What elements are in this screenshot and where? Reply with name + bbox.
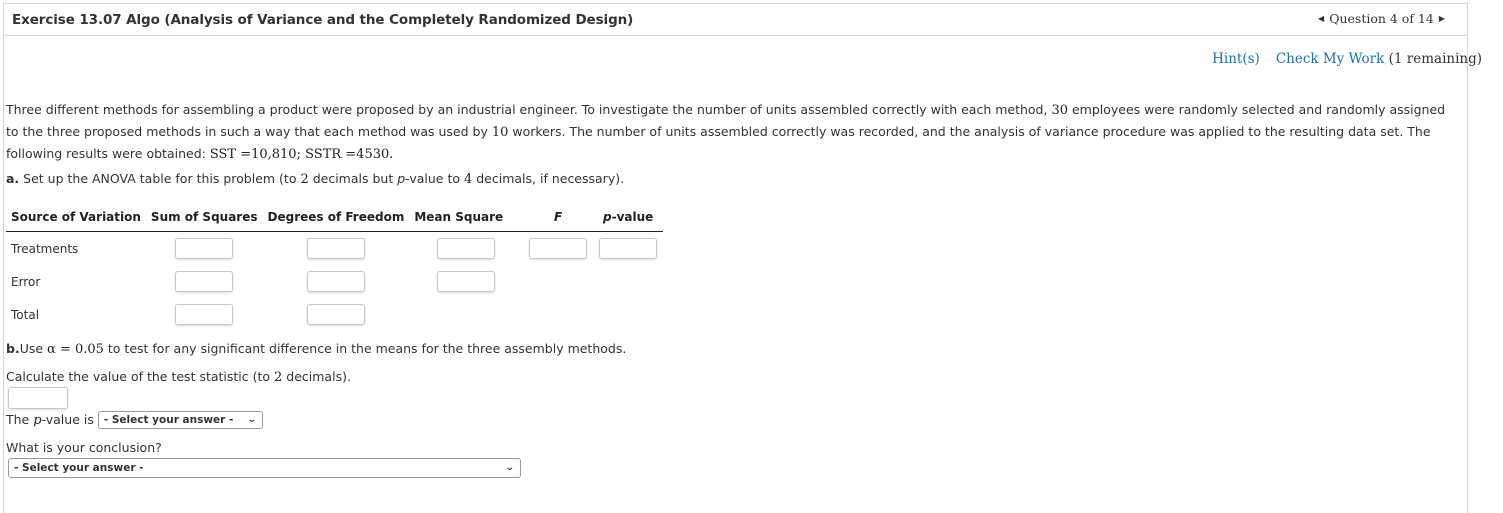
question-header: Exercise 13.07 Algo (Analysis of Varianc… [4, 4, 1467, 36]
p-symbol: p [397, 171, 406, 186]
caret-left-icon[interactable]: ◀ [1318, 14, 1324, 23]
treatments-f-input[interactable] [529, 238, 588, 259]
instruction-text: decimals). [282, 369, 351, 384]
separator: ; [296, 147, 306, 162]
hints-link[interactable]: Hint(s) [1212, 51, 1260, 67]
col-sum-of-squares: Sum of Squares [145, 207, 263, 232]
instruction-text: Use [19, 341, 48, 356]
question-navigator: ◀ Question 4 of 14 ▶ [1318, 11, 1445, 26]
test-statistic-input[interactable] [8, 387, 68, 409]
col-mean-square: Mean Square [409, 207, 524, 232]
col-f: F [523, 207, 594, 232]
problem-paragraph: Three different methods for assembling a… [6, 99, 1446, 165]
decimals-value: 2 [300, 172, 309, 187]
period: . [389, 147, 394, 162]
anova-header-row: Source of Variation Sum of Squares Degre… [6, 207, 664, 232]
chevron-down-icon: ⌄ [247, 415, 257, 425]
instruction-text: decimals, if necessary). [472, 171, 625, 186]
part-b-label: b. [6, 341, 20, 356]
sstr-value: SSTR =4530 [305, 147, 390, 162]
workers-count: 10 [491, 125, 509, 140]
alpha-value: α = 0.05 [47, 342, 104, 357]
conclusion-label: What is your conclusion? [6, 440, 162, 455]
col-degrees-of-freedom: Degrees of Freedom [262, 207, 410, 232]
conclusion-select[interactable]: - Select your answer - ⌄ [8, 458, 521, 478]
total-sum-of-squares-input[interactable] [175, 304, 234, 325]
p-value-suffix: -value [611, 210, 654, 224]
treatments-df-input[interactable] [306, 238, 365, 259]
total-df-input[interactable] [306, 304, 365, 325]
p-value-select[interactable]: - Select your answer - ⌄ [97, 411, 263, 429]
table-row-treatments: Treatments [6, 232, 663, 266]
check-remaining: (1 remaining) [1388, 51, 1482, 67]
label-text: The [6, 412, 34, 427]
col-p-value: p-value [593, 207, 664, 232]
row-label: Error [11, 274, 41, 289]
instruction-text: to test for any significant difference i… [103, 341, 627, 356]
p-symbol: p [603, 210, 612, 224]
part-b-instruction: b.Use α = 0.05 to test for any significa… [6, 341, 626, 357]
select-value: - Select your answer - [103, 414, 234, 426]
problem-statement: Three different methods for assembling a… [6, 99, 1446, 165]
instruction-text: decimals but [308, 171, 398, 186]
p-value-row: The p-value is - Select your answer - ⌄ [6, 411, 263, 429]
table-row-error: Error [6, 265, 663, 298]
instruction-text: Set up the ANOVA table for this problem … [19, 171, 301, 186]
problem-text: Three different methods for assembling a… [6, 102, 1052, 117]
check-my-work-link[interactable]: Check My Work [1276, 51, 1385, 67]
table-row-total: Total [6, 298, 663, 331]
instruction-text: Calculate the value of the test statisti… [6, 369, 275, 384]
caret-right-icon[interactable]: ▶ [1439, 14, 1445, 23]
treatments-p-value-input[interactable] [599, 238, 658, 259]
employees-count: 30 [1051, 103, 1068, 118]
question-toolbar: Hint(s) Check My Work (1 remaining) [1212, 51, 1482, 67]
p-symbol: p [33, 413, 42, 428]
treatments-sum-of-squares-input[interactable] [175, 238, 234, 259]
row-label: Treatments [11, 241, 79, 256]
error-df-input[interactable] [306, 271, 365, 292]
error-mean-square-input[interactable] [437, 271, 496, 292]
sst-value: SST =10,810 [209, 147, 297, 162]
row-label: Total [11, 307, 40, 322]
test-statistic-prompt: Calculate the value of the test statisti… [6, 369, 351, 385]
label-text: -value is [41, 412, 94, 427]
p-value-label: The p-value is [6, 412, 94, 428]
chevron-down-icon: ⌄ [505, 463, 516, 473]
instruction-text: -value to [405, 171, 464, 186]
anova-table: Source of Variation Sum of Squares Degre… [6, 207, 664, 331]
part-a-label: a. [6, 171, 20, 186]
part-a-instruction: a. Set up the ANOVA table for this probl… [6, 171, 624, 187]
exercise-title: Exercise 13.07 Algo (Analysis of Varianc… [12, 12, 634, 28]
col-source: Source of Variation [6, 207, 146, 232]
question-counter: Question 4 of 14 [1329, 11, 1434, 26]
error-sum-of-squares-input[interactable] [175, 271, 234, 292]
select-value: - Select your answer - [14, 462, 144, 474]
check-my-work: Check My Work (1 remaining) [1276, 51, 1482, 67]
treatments-mean-square-input[interactable] [437, 238, 496, 259]
